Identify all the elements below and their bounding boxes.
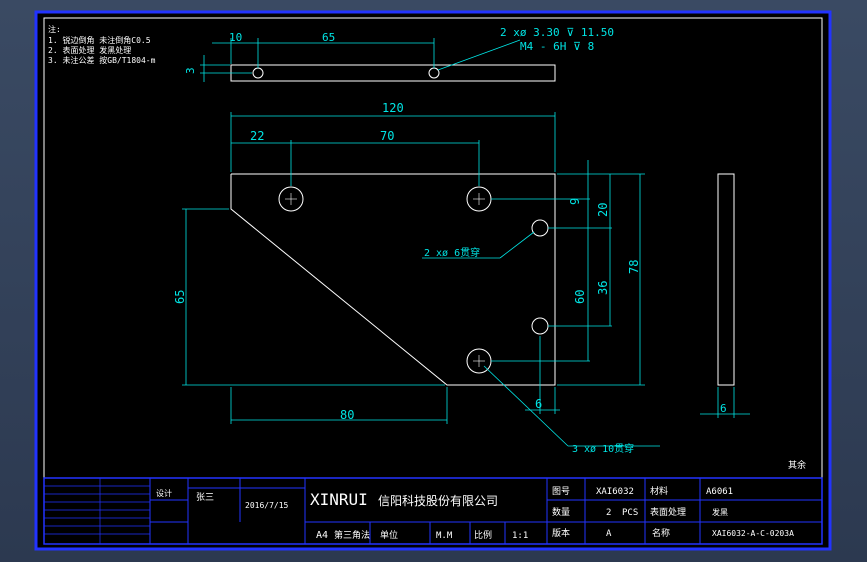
top-hole-callout-1: 2 xø 3.30 ⊽ 11.50: [500, 26, 614, 39]
drawing-no: XAI6032: [596, 487, 634, 497]
sheet-border: [34, 10, 832, 551]
part-no: XAI6032-A-C-0203A: [712, 529, 794, 538]
side-dim-6: 6: [720, 402, 727, 415]
dim-65-left: 65: [173, 290, 187, 304]
roughness-note: 其余: [788, 459, 806, 471]
note-line-2: 2. 表面处理 发黑处理: [48, 45, 131, 55]
unit: M.M: [436, 531, 453, 541]
designer: 张三: [196, 492, 214, 503]
note-line-1: 1. 锐边倒角 未注倒角C0.5: [48, 35, 151, 45]
qty-unit: PCS: [622, 508, 638, 518]
drawing-canvas: 注: 1. 锐边倒角 未注倒角C0.5 2. 表面处理 发黑处理 3. 未注公差…: [34, 10, 832, 551]
surface: 发黑: [712, 507, 728, 517]
company-en: XINRUI: [310, 490, 368, 509]
top-dim-10: 10: [229, 31, 242, 44]
notes-header: 注:: [48, 24, 61, 34]
dim-80: 80: [340, 408, 354, 422]
dim-22: 22: [250, 129, 264, 143]
material-label: 材料: [650, 485, 668, 497]
dim-6-bottom: 6: [535, 397, 542, 411]
scale: 1:1: [512, 531, 528, 541]
large-hole-callout: 3 xø 10贯穿: [572, 442, 634, 455]
revision: A: [606, 529, 612, 539]
unit-label: 单位: [380, 529, 398, 541]
scale-label: 比例: [474, 529, 492, 541]
name-label: 名称: [652, 527, 670, 539]
drawing-no-label: 图号: [552, 486, 570, 497]
surface-label: 表面处理: [650, 506, 686, 518]
top-dim-65: 65: [322, 31, 335, 44]
top-hole-callout-2: M4 - 6H ⊽ 8: [520, 40, 594, 53]
revision-label: 版本: [552, 527, 570, 539]
designer-label: 设计: [156, 488, 172, 498]
dim-78: 78: [627, 260, 641, 274]
date: 2016/7/15: [245, 501, 289, 510]
sheet-size: A4: [316, 530, 328, 541]
dim-120: 120: [382, 101, 404, 115]
qty-label: 数量: [552, 506, 570, 518]
dim-60: 60: [573, 290, 587, 304]
company-cn: 信阳科技股份有限公司: [378, 494, 498, 508]
top-dim-3: 3: [184, 67, 197, 74]
dim-9: 9: [568, 198, 582, 205]
small-hole-callout: 2 xø 6贯穿: [424, 246, 480, 259]
dim-20: 20: [596, 203, 610, 217]
note-line-3: 3. 未注公差 按GB/T1804-m: [48, 55, 156, 65]
qty: 2: [606, 508, 611, 518]
dim-70: 70: [380, 129, 394, 143]
dim-36: 36: [596, 281, 610, 295]
material: A6061: [706, 487, 733, 497]
sheet-note: 第三角法: [334, 529, 370, 541]
